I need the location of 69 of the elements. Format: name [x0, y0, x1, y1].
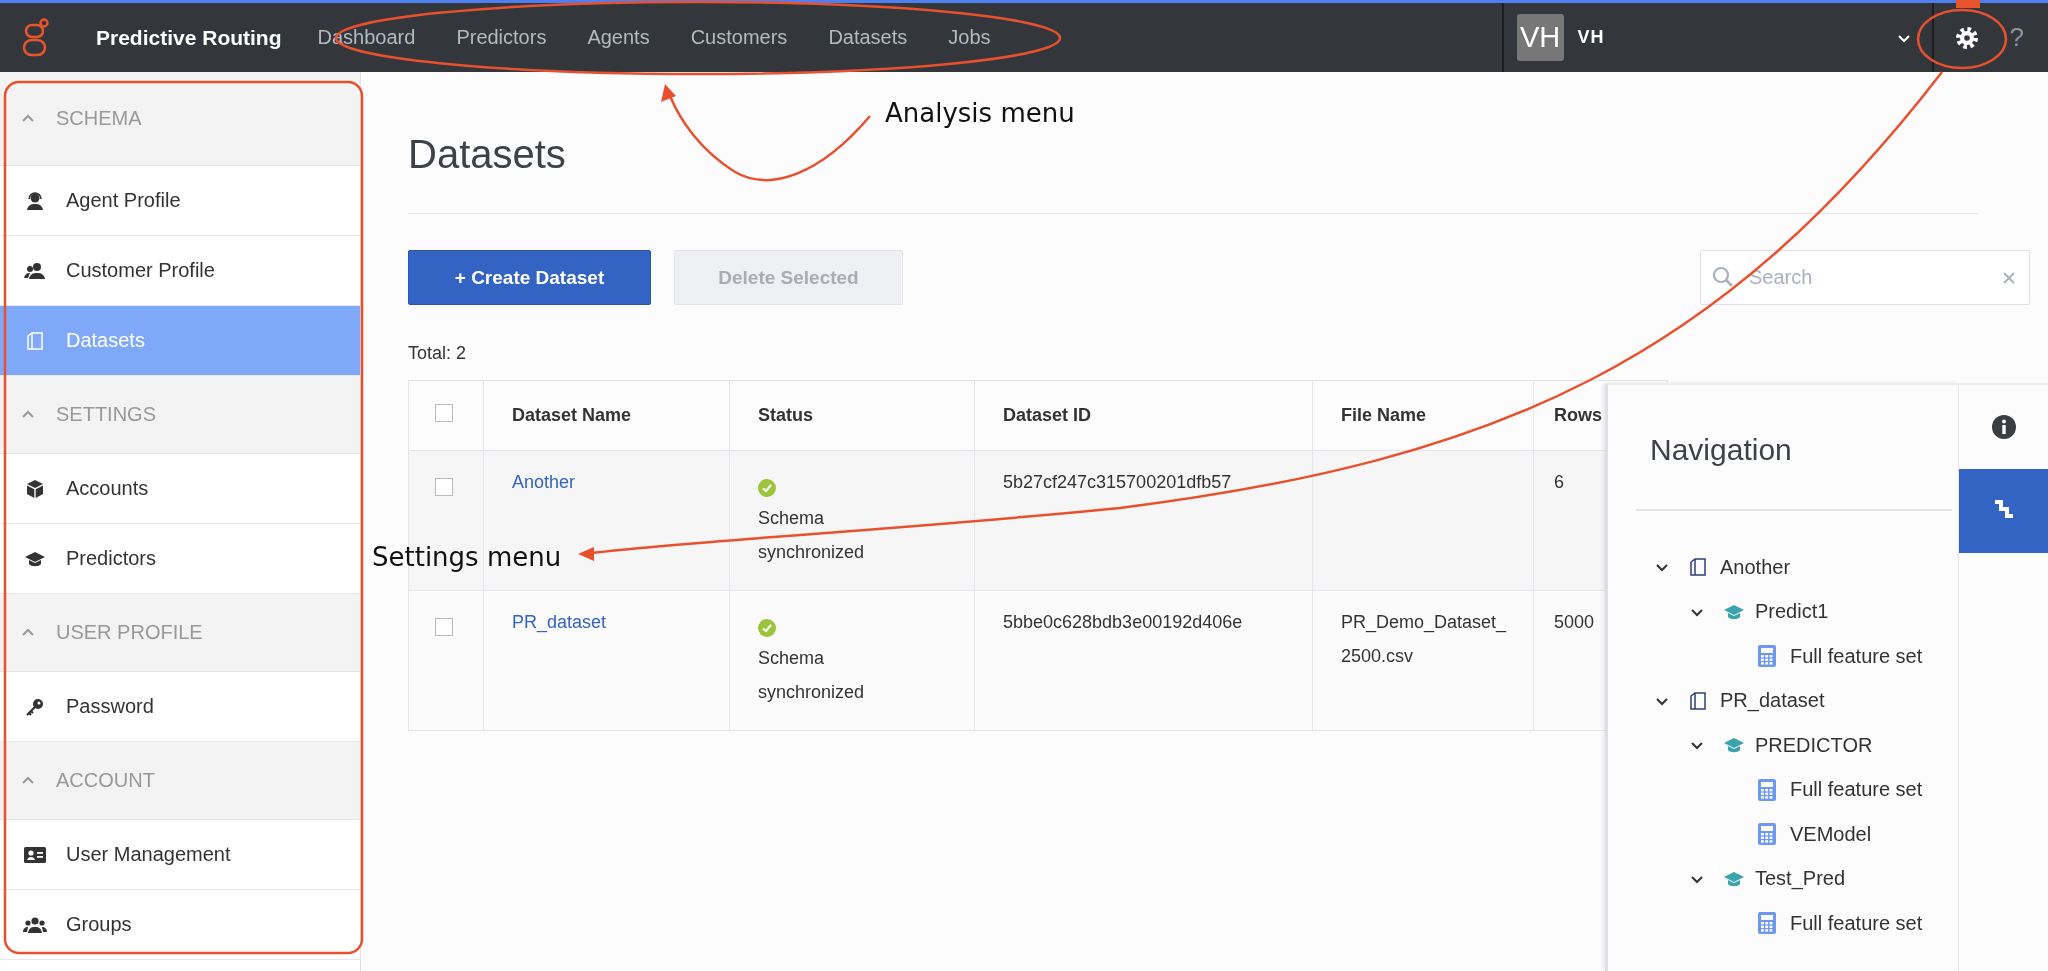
sidebar-item[interactable]: Agent Profile [0, 166, 360, 236]
checkbox[interactable] [435, 618, 453, 636]
table-cell: 5b27cf247c315700201dfb57 [1003, 472, 1232, 492]
tree-item[interactable]: Full feature set [1654, 901, 1952, 946]
check-circle-icon [758, 479, 776, 497]
id-card-icon [24, 845, 46, 864]
tree-item[interactable]: Full feature set [1654, 767, 1952, 812]
check-circle-icon [758, 619, 776, 637]
column-header: Status [758, 405, 813, 425]
tree-item[interactable]: Predict1 [1654, 589, 1952, 634]
document-icon [1688, 690, 1708, 711]
column-header: Rows [1554, 405, 1602, 425]
search-icon [1712, 266, 1734, 288]
calculator-icon [1758, 823, 1776, 846]
help-button[interactable]: ? [2009, 22, 2024, 53]
column-header: Dataset Name [512, 405, 632, 425]
nav-link[interactable]: Predictors [456, 26, 547, 49]
user-name: VH [1577, 27, 1605, 48]
tree-item[interactable]: VEModel [1654, 812, 1952, 857]
group-icon [23, 915, 47, 934]
document-icon [25, 330, 45, 351]
sidebar-item[interactable]: User Management [0, 820, 360, 890]
key-icon [25, 696, 45, 717]
checkbox[interactable] [435, 404, 453, 422]
user-avatar[interactable]: VH [1516, 14, 1564, 61]
cube-icon [25, 478, 45, 499]
nav-link[interactable]: Jobs [948, 26, 991, 49]
nav-link[interactable]: Datasets [828, 26, 908, 49]
table-cell: 5000 [1554, 612, 1595, 632]
tree-item[interactable]: Another [1654, 545, 1952, 590]
dataset-link[interactable]: Another [512, 472, 576, 492]
tree-item[interactable]: Full feature set [1654, 634, 1952, 679]
total-count: Total: 2 [408, 343, 468, 364]
tree-item[interactable]: PR_dataset [1654, 678, 1952, 723]
table-cell: 5bbe0c628bdb3e00192d406e [1003, 612, 1243, 632]
sidebar-item[interactable]: Accounts [0, 454, 360, 524]
mortarboard-icon [1723, 869, 1745, 888]
calculator-icon [1758, 912, 1776, 935]
headset-person-icon [25, 190, 45, 211]
search-field[interactable]: Search [1700, 250, 2030, 305]
mortarboard-icon [24, 549, 46, 568]
logo-icon[interactable] [22, 17, 52, 58]
column-header: File Name [1341, 405, 1427, 425]
app-title: Predictive Routing [96, 25, 282, 50]
mortarboard-icon [1723, 602, 1745, 621]
clear-icon[interactable] [2002, 271, 2016, 285]
nav-link[interactable]: Customers [690, 26, 788, 49]
document-icon [1688, 557, 1708, 578]
annotation-label: Settings menu [372, 542, 562, 572]
tree-item[interactable]: Test_Pred [1654, 856, 1952, 901]
nav-link[interactable]: Agents [587, 26, 650, 49]
annotation-label: Analysis menu [885, 98, 1075, 128]
info-icon [1991, 415, 2016, 439]
column-header: Dataset ID [1003, 405, 1092, 425]
create-button[interactable]: + Create Dataset [408, 250, 651, 305]
table-cell: 6 [1554, 472, 1564, 492]
gear-icon [1954, 25, 1979, 50]
calculator-icon [1758, 778, 1776, 801]
people-icon [24, 260, 46, 281]
status-text: Schema synchronized [758, 507, 866, 565]
tree-item[interactable]: PREDICTOR [1654, 723, 1952, 768]
sidebar-item[interactable]: Groups [0, 890, 360, 960]
mortarboard-icon [1723, 736, 1745, 755]
table-cell-text: PR_Demo_Dataset_2500.csv [1341, 611, 1508, 669]
calculator-icon [1758, 645, 1776, 668]
checkbox[interactable] [435, 478, 453, 496]
dataset-link[interactable]: PR_dataset [512, 612, 607, 632]
status-text: Schema synchronized [758, 647, 866, 705]
panel-title: Navigation [1636, 385, 1952, 511]
